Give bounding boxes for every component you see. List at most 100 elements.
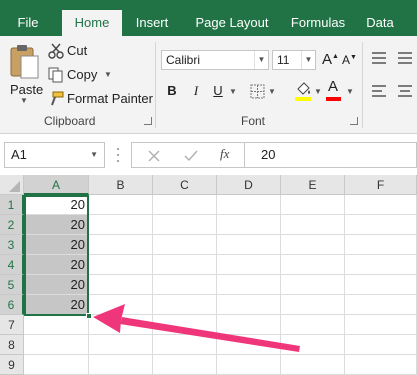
tab-home[interactable]: Home [62, 10, 122, 37]
cell-c7[interactable] [153, 315, 217, 335]
align-left-icon[interactable] [372, 83, 417, 99]
row-header-9[interactable]: 9 [0, 355, 24, 375]
cell-a6[interactable]: 20 [24, 295, 89, 315]
shrink-font-button[interactable]: A▼ [342, 53, 357, 67]
cell-e5[interactable] [281, 275, 345, 295]
cell-c6[interactable] [153, 295, 217, 315]
cell-e6[interactable] [281, 295, 345, 315]
row-header-8[interactable]: 8 [0, 335, 24, 355]
align-top-icon[interactable] [372, 50, 417, 66]
fill-color-chevron-down-icon[interactable]: ▼ [314, 87, 322, 96]
font-color-button[interactable]: A [328, 78, 338, 95]
cell-d5[interactable] [217, 275, 281, 295]
underline-button[interactable]: U [210, 81, 226, 101]
cell-c9[interactable] [153, 355, 217, 375]
paste-chevron-down-icon[interactable]: ▼ [20, 96, 28, 105]
cell-b9[interactable] [89, 355, 153, 375]
cell-d1[interactable] [217, 195, 281, 215]
cell-a5[interactable]: 20 [24, 275, 89, 295]
row-header-7[interactable]: 7 [0, 315, 24, 335]
column-header-c[interactable]: C [153, 175, 217, 195]
borders-chevron-down-icon[interactable]: ▼ [268, 87, 276, 96]
cell-b4[interactable] [89, 255, 153, 275]
font-family-chevron-down-icon[interactable]: ▼ [254, 51, 268, 69]
cell-b2[interactable] [89, 215, 153, 235]
grow-font-button[interactable]: A▲ [322, 51, 339, 68]
bold-button[interactable]: B [164, 81, 180, 101]
cell-a4[interactable]: 20 [24, 255, 89, 275]
cell-a3[interactable]: 20 [24, 235, 89, 255]
cell-a8[interactable] [24, 335, 89, 355]
cell-e3[interactable] [281, 235, 345, 255]
cell-d3[interactable] [217, 235, 281, 255]
copy-chevron-down-icon[interactable]: ▼ [104, 70, 112, 79]
clipboard-launcher-icon[interactable] [144, 117, 152, 125]
row-header-1[interactable]: 1 [0, 195, 24, 215]
column-header-b[interactable]: B [89, 175, 153, 195]
formula-input[interactable]: 20 [244, 142, 417, 168]
tab-file[interactable]: File [8, 10, 48, 36]
underline-chevron-down-icon[interactable]: ▼ [229, 87, 237, 96]
cell-f2[interactable] [345, 215, 417, 235]
cell-d7[interactable] [217, 315, 281, 335]
cell-f9[interactable] [345, 355, 417, 375]
cell-e4[interactable] [281, 255, 345, 275]
cell-f3[interactable] [345, 235, 417, 255]
cell-f8[interactable] [345, 335, 417, 355]
cell-f6[interactable] [345, 295, 417, 315]
select-all-corner[interactable] [0, 175, 24, 195]
cell-b7[interactable] [89, 315, 153, 335]
grip-dots-icon[interactable] [116, 147, 120, 163]
cell-c4[interactable] [153, 255, 217, 275]
cell-c3[interactable] [153, 235, 217, 255]
font-size-select[interactable]: 11 ▼ [272, 50, 316, 70]
column-header-a[interactable]: A [24, 175, 89, 195]
row-header-6[interactable]: 6 [0, 295, 24, 315]
cell-f7[interactable] [345, 315, 417, 335]
enter-check-icon[interactable] [184, 150, 198, 162]
cell-b1[interactable] [89, 195, 153, 215]
row-header-5[interactable]: 5 [0, 275, 24, 295]
column-header-e[interactable]: E [281, 175, 345, 195]
row-header-3[interactable]: 3 [0, 235, 24, 255]
fill-color-icon[interactable] [294, 80, 312, 102]
cell-d6[interactable] [217, 295, 281, 315]
cell-f4[interactable] [345, 255, 417, 275]
cell-a7[interactable] [24, 315, 89, 335]
cell-e1[interactable] [281, 195, 345, 215]
font-color-chevron-down-icon[interactable]: ▼ [346, 87, 354, 96]
cell-c8[interactable] [153, 335, 217, 355]
name-box[interactable]: A1 ▼ [4, 142, 105, 168]
cell-d4[interactable] [217, 255, 281, 275]
fill-handle[interactable] [86, 313, 92, 319]
cut-button[interactable]: Cut [48, 42, 108, 60]
tab-insert[interactable]: Insert [128, 10, 176, 36]
cell-a9[interactable] [24, 355, 89, 375]
cell-a1[interactable]: 20 [24, 195, 89, 215]
cell-d2[interactable] [217, 215, 281, 235]
italic-button[interactable]: I [188, 81, 204, 101]
font-size-chevron-down-icon[interactable]: ▼ [301, 51, 315, 69]
cell-c2[interactable] [153, 215, 217, 235]
cell-b6[interactable] [89, 295, 153, 315]
paste-button[interactable]: Paste ▼ [6, 40, 43, 105]
cell-e2[interactable] [281, 215, 345, 235]
tab-data[interactable]: Data [360, 10, 400, 36]
cancel-icon[interactable] [148, 150, 160, 162]
column-header-f[interactable]: F [345, 175, 417, 195]
row-header-4[interactable]: 4 [0, 255, 24, 275]
insert-function-button[interactable]: fx [220, 146, 229, 162]
cell-d9[interactable] [217, 355, 281, 375]
tab-formulas[interactable]: Formulas [282, 10, 354, 36]
copy-button[interactable]: Copy ▼ [48, 66, 114, 84]
cell-b5[interactable] [89, 275, 153, 295]
cell-e9[interactable] [281, 355, 345, 375]
cell-c5[interactable] [153, 275, 217, 295]
cell-f1[interactable] [345, 195, 417, 215]
cell-b3[interactable] [89, 235, 153, 255]
column-header-d[interactable]: D [217, 175, 281, 195]
cell-c1[interactable] [153, 195, 217, 215]
cell-e8[interactable] [281, 335, 345, 355]
row-header-2[interactable]: 2 [0, 215, 24, 235]
borders-icon[interactable] [250, 84, 266, 100]
